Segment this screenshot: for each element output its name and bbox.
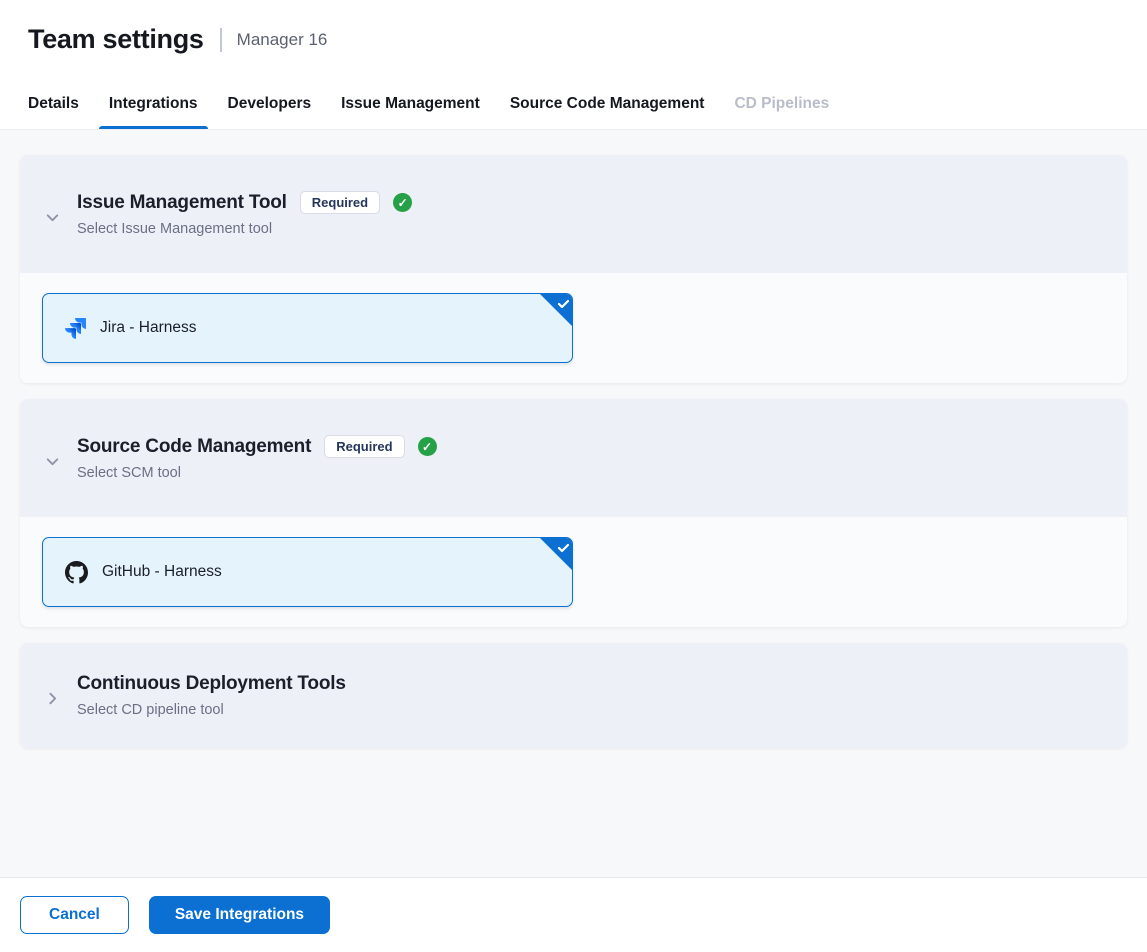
section-title: Continuous Deployment Tools <box>77 673 346 695</box>
footer-action-bar: Cancel Save Integrations <box>0 877 1147 952</box>
section-issue-management-tool: Issue Management Tool Required ✓ Select … <box>20 155 1127 383</box>
completed-check-icon: ✓ <box>418 437 437 456</box>
page-header: Team settings Manager 16 <box>0 0 1147 78</box>
tab-cd-pipelines: CD Pipelines <box>734 78 829 129</box>
section-source-code-management: Source Code Management Required ✓ Select… <box>20 399 1127 627</box>
chevron-down-icon <box>44 209 61 226</box>
completed-check-icon: ✓ <box>393 193 412 212</box>
section-subtitle: Select CD pipeline tool <box>77 702 346 718</box>
tool-name: Jira - Harness <box>100 319 196 337</box>
selected-check-icon <box>539 537 573 571</box>
jira-icon <box>65 318 86 339</box>
section-subtitle: Select Issue Management tool <box>77 221 412 237</box>
tab-developers[interactable]: Developers <box>228 78 312 129</box>
section-header-issue-management[interactable]: Issue Management Tool Required ✓ Select … <box>20 155 1127 273</box>
selected-check-icon <box>539 293 573 327</box>
tab-details[interactable]: Details <box>28 78 79 129</box>
section-title: Source Code Management <box>77 436 311 458</box>
tool-card-github-harness[interactable]: GitHub - Harness <box>42 537 573 607</box>
chevron-down-icon <box>44 453 61 470</box>
section-header-cd-tools[interactable]: Continuous Deployment Tools Select CD pi… <box>20 643 1127 748</box>
tab-integrations[interactable]: Integrations <box>109 78 198 129</box>
team-settings-page: Team settings Manager 16 Details Integra… <box>0 0 1147 952</box>
github-icon <box>65 561 88 584</box>
page-context-label: Manager 16 <box>237 30 328 50</box>
chevron-right-icon <box>44 690 61 707</box>
title-separator <box>220 28 222 52</box>
section-subtitle: Select SCM tool <box>77 465 437 481</box>
section-title: Issue Management Tool <box>77 192 287 214</box>
tab-issue-management[interactable]: Issue Management <box>341 78 480 129</box>
tool-name: GitHub - Harness <box>102 563 222 581</box>
required-badge: Required <box>324 435 404 458</box>
section-body-issue-management: Jira - Harness <box>20 273 1127 383</box>
cancel-button[interactable]: Cancel <box>20 896 129 934</box>
save-integrations-button[interactable]: Save Integrations <box>149 896 330 934</box>
section-continuous-deployment-tools: Continuous Deployment Tools Select CD pi… <box>20 643 1127 748</box>
section-body-scm: GitHub - Harness <box>20 517 1127 627</box>
tab-bar: Details Integrations Developers Issue Ma… <box>0 78 1147 130</box>
required-badge: Required <box>300 191 380 214</box>
integrations-panel: Issue Management Tool Required ✓ Select … <box>0 130 1147 877</box>
tool-card-jira-harness[interactable]: Jira - Harness <box>42 293 573 363</box>
page-title: Team settings <box>28 24 204 55</box>
section-header-scm[interactable]: Source Code Management Required ✓ Select… <box>20 399 1127 517</box>
tab-source-code-management[interactable]: Source Code Management <box>510 78 705 129</box>
